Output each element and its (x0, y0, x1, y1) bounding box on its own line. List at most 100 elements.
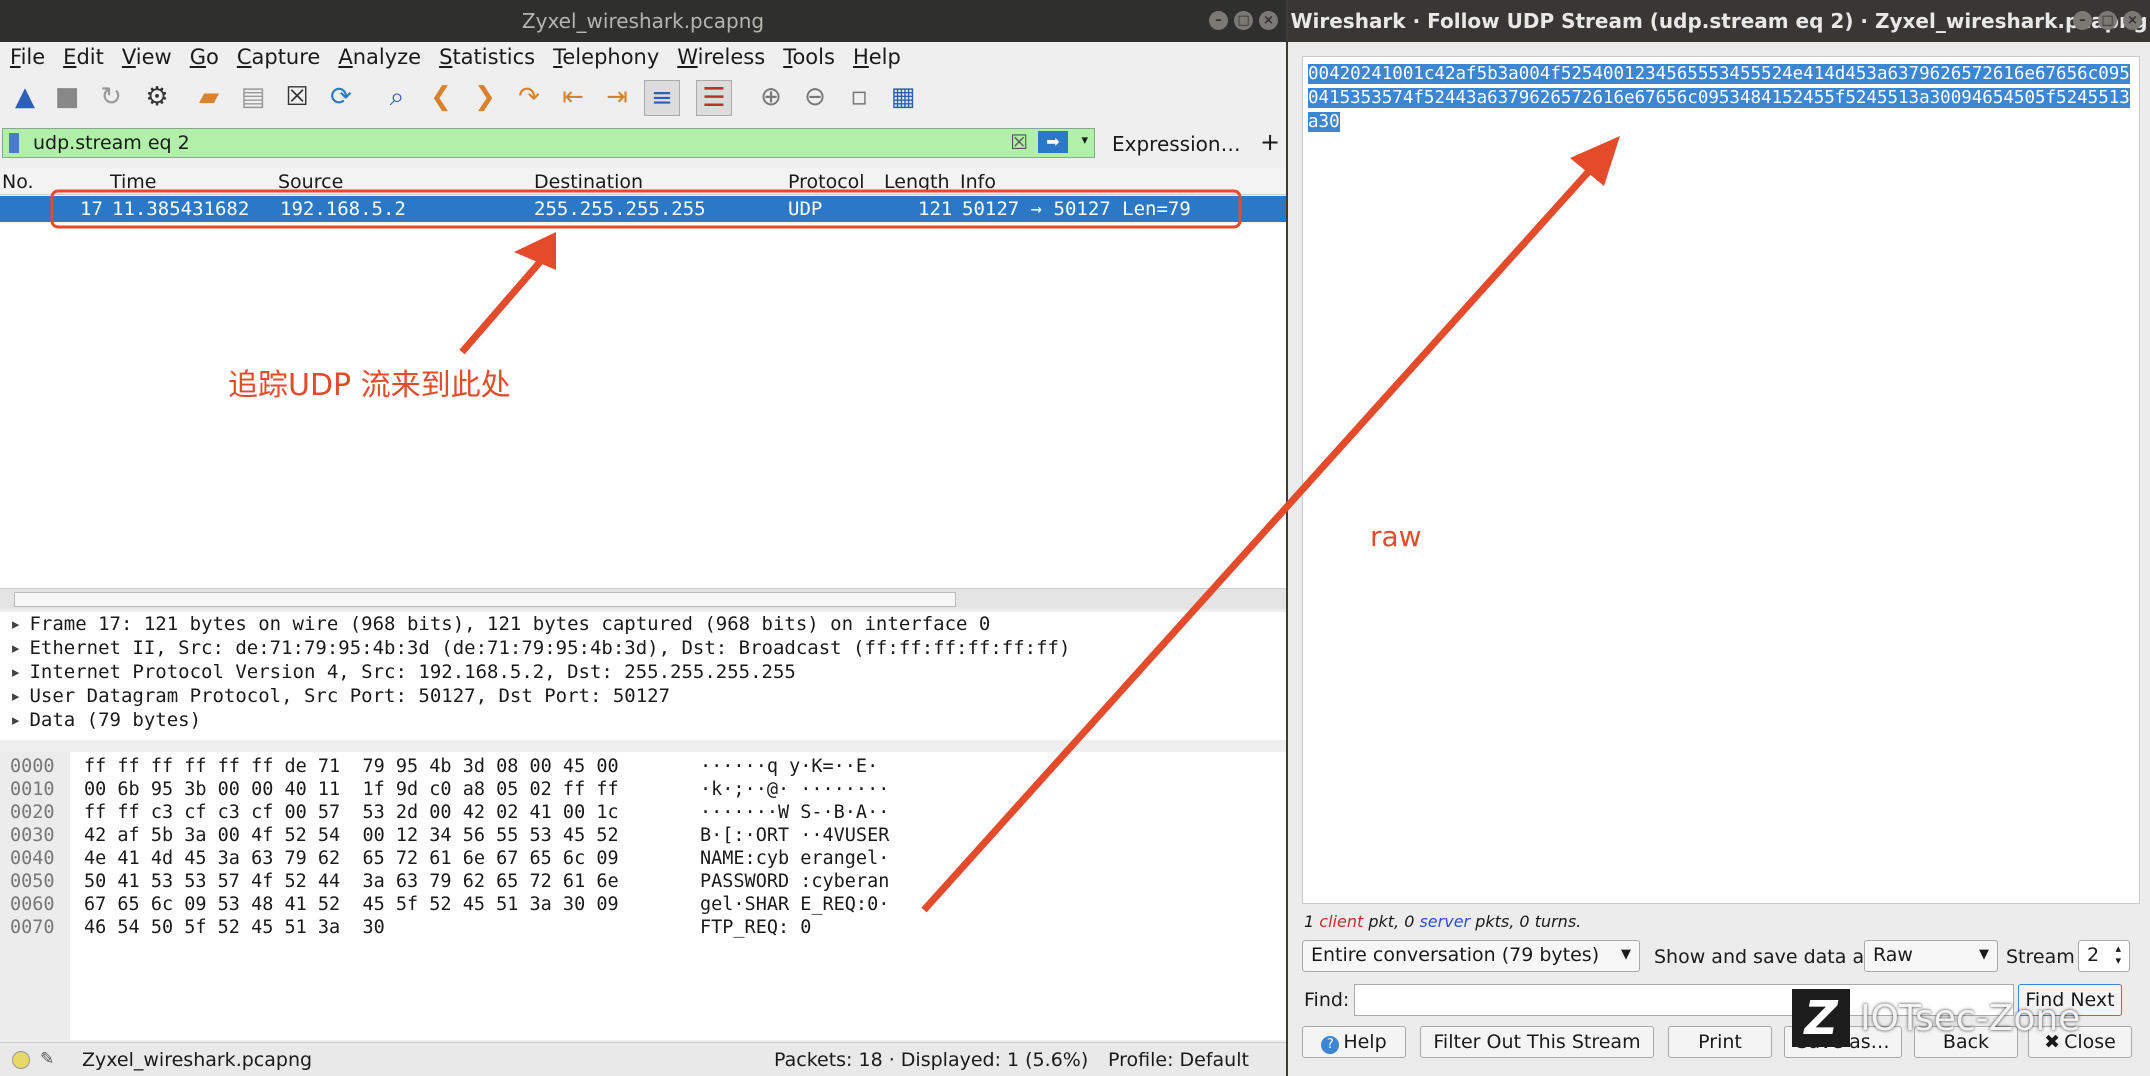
detail-data[interactable]: Data (79 bytes) (0, 708, 1286, 732)
help-button[interactable]: ? Help (1302, 1026, 1406, 1058)
minimize-icon[interactable]: – (2073, 11, 2092, 30)
detail-frame[interactable]: Frame 17: 121 bytes on wire (968 bits), … (0, 612, 1286, 636)
status-profile[interactable]: Profile: Default (1108, 1049, 1249, 1071)
close-window-icon[interactable]: × (2123, 11, 2142, 30)
save-file-icon[interactable]: ▤ (236, 80, 270, 114)
add-filter-button[interactable]: + (1260, 128, 1280, 156)
status-file-name: Zyxel_wireshark.pcapng (82, 1049, 313, 1071)
packet-time: 11.385431682 (112, 198, 250, 220)
packet-source: 192.168.5.2 (280, 198, 406, 220)
detail-ip[interactable]: Internet Protocol Version 4, Src: 192.16… (0, 660, 1286, 684)
display-filter-bar: udp.stream eq 2 ☒ ➡ ▾ Expression… + (2, 128, 1282, 160)
close-file-icon[interactable]: ☒ (280, 80, 314, 114)
stream-number-stepper[interactable]: 2 ▴ ▾ (2078, 940, 2130, 972)
show-data-label: Show and save data as (1654, 946, 1874, 968)
menu-telephony[interactable]: Telephony (553, 42, 659, 72)
menu-file[interactable]: File (10, 42, 45, 72)
stream-content-area[interactable] (1302, 56, 2140, 904)
packet-length: 121 (918, 198, 953, 220)
col-length[interactable]: Length (884, 171, 950, 193)
menu-bar: File Edit View Go Capture Analyze Statistics Te… (0, 42, 1286, 72)
stop-icon[interactable]: ■ (50, 80, 84, 114)
follow-window-title: Wireshark · Follow UDP Stream (udp.strea… (1290, 9, 2148, 33)
detail-udp[interactable]: User Datagram Protocol, Src Port: 50127,… (0, 684, 1286, 708)
menu-wireless[interactable]: Wireless (677, 42, 765, 72)
packet-details-pane: Frame 17: 121 bytes on wire (968 bits), … (0, 612, 1286, 740)
display-filter-input[interactable]: udp.stream eq 2 ☒ ➡ ▾ (2, 128, 1095, 158)
open-folder-icon[interactable]: ▰ (192, 80, 226, 114)
chevron-down-icon: ▼ (1621, 947, 1631, 962)
expert-info-led-icon[interactable] (12, 1051, 30, 1069)
print-button[interactable]: Print (1668, 1026, 1772, 1058)
filter-dropdown-icon[interactable]: ▾ (1081, 133, 1088, 148)
menu-tools[interactable]: Tools (783, 42, 835, 72)
colorize-icon[interactable]: ☰ (696, 80, 732, 116)
restart-icon[interactable]: ↻ (94, 80, 128, 114)
normal-size-icon[interactable]: ▫ (842, 80, 876, 114)
find-magnifier-icon[interactable]: ⌕ (380, 80, 414, 114)
annotation-label: 追踪UDP 流来到此处 (228, 368, 511, 403)
status-packets: Packets: 18 · Displayed: 1 (5.6%) (774, 1049, 1089, 1071)
shark-fin-start-icon[interactable]: ▲ (8, 80, 42, 114)
col-destination[interactable]: Destination (534, 171, 643, 193)
apply-filter-icon[interactable]: ➡ (1038, 131, 1068, 153)
forward-arrow-icon[interactable]: ❯ (468, 80, 502, 114)
packet-list-scrollbar[interactable] (0, 588, 1286, 609)
status-bar: ✎ Zyxel_wireshark.pcapng Packets: 18 · D… (0, 1042, 1286, 1076)
col-info[interactable]: Info (960, 171, 996, 193)
main-wireshark-window: Zyxel_wireshark.pcapng – □ × File Edit Vie… (0, 0, 1286, 1076)
back-arrow-icon[interactable]: ❮ (424, 80, 458, 114)
stream-summary: 1 client pkt, 0 server pkts, 0 turns. (1304, 912, 1582, 931)
reload-icon[interactable]: ⟳ (324, 80, 358, 114)
watermark-logo: Z (1792, 989, 1850, 1047)
table-row[interactable]: 17 11.385431682 192.168.5.2 255.255.255.… (0, 196, 1286, 222)
options-gear-icon[interactable]: ⚙ (140, 80, 174, 114)
packet-info: 50127 → 50127 Len=79 (962, 198, 1191, 220)
watermark: Z IOTsec-Zone (1792, 986, 2102, 1050)
col-source[interactable]: Source (278, 171, 343, 193)
scrollbar-thumb[interactable] (14, 592, 956, 607)
zoom-in-icon[interactable]: ⊕ (754, 80, 788, 114)
close-window-icon[interactable]: × (1259, 11, 1278, 30)
col-time[interactable]: Time (110, 171, 157, 193)
zoom-out-icon[interactable]: ⊖ (798, 80, 832, 114)
last-packet-icon[interactable]: ⇥ (600, 80, 634, 114)
stream-controls: Entire conversation (79 bytes) ▼ Show an… (1302, 940, 2142, 976)
autoscroll-icon[interactable]: ≡ (644, 80, 680, 116)
bookmark-icon[interactable] (9, 133, 19, 153)
conversation-select[interactable]: Entire conversation (79 bytes) ▼ (1302, 940, 1640, 972)
watermark-text: IOTsec-Zone (1860, 997, 2081, 1039)
menu-analyze[interactable]: Analyze (338, 42, 421, 72)
minimize-icon[interactable]: – (1209, 11, 1228, 30)
col-protocol[interactable]: Protocol (788, 171, 865, 193)
chevron-down-icon: ▼ (1979, 947, 1989, 962)
menu-capture[interactable]: Capture (237, 42, 321, 72)
first-packet-icon[interactable]: ⇤ (556, 80, 590, 114)
menu-help[interactable]: Help (853, 42, 901, 72)
detail-ethernet[interactable]: Ethernet II, Src: de:71:79:95:4b:3d (de:… (0, 636, 1286, 660)
follow-udp-stream-window: Wireshark · Follow UDP Stream (udp.strea… (1288, 0, 2150, 1076)
find-label: Find: (1304, 989, 1350, 1011)
col-no[interactable]: No. (2, 171, 34, 193)
expression-button[interactable]: Expression… (1112, 132, 1241, 156)
stream-selected-text: 00420241001c42af5b3a004f5254001234565553… (1308, 64, 2130, 132)
menu-edit[interactable]: Edit (63, 42, 104, 72)
maximize-icon[interactable]: □ (1234, 11, 1253, 30)
packet-list-area (0, 222, 1286, 588)
menu-view[interactable]: View (122, 42, 172, 72)
spin-arrows-icon[interactable]: ▴ ▾ (2115, 943, 2121, 967)
clear-filter-icon[interactable]: ☒ (1010, 130, 1028, 154)
maximize-icon[interactable]: □ (2098, 11, 2117, 30)
menu-statistics[interactable]: Statistics (439, 42, 535, 72)
main-toolbar: ▲ ■ ↻ ⚙ ▰ ▤ ☒ ⟳ ⌕ ❮ ❯ ↷ ⇤ ⇥ ≡ ☰ ⊕ ⊖ ▫ ▦ (0, 74, 1286, 120)
help-icon: ? (1321, 1036, 1340, 1054)
packet-list-header: No. Time Source Destination Protocol Len… (0, 168, 1286, 195)
resize-columns-icon[interactable]: ▦ (886, 80, 920, 114)
menu-go[interactable]: Go (190, 42, 219, 72)
capture-comment-icon[interactable]: ✎ (40, 1049, 54, 1069)
stream-content-text[interactable]: 00420241001c42af5b3a004f5254001234565553… (1308, 62, 2138, 134)
show-data-select[interactable]: Raw ▼ (1864, 940, 1998, 972)
go-to-packet-icon[interactable]: ↷ (512, 80, 546, 114)
main-window-title: Zyxel_wireshark.pcapng (521, 9, 765, 33)
filter-out-stream-button[interactable]: Filter Out This Stream (1420, 1026, 1654, 1058)
